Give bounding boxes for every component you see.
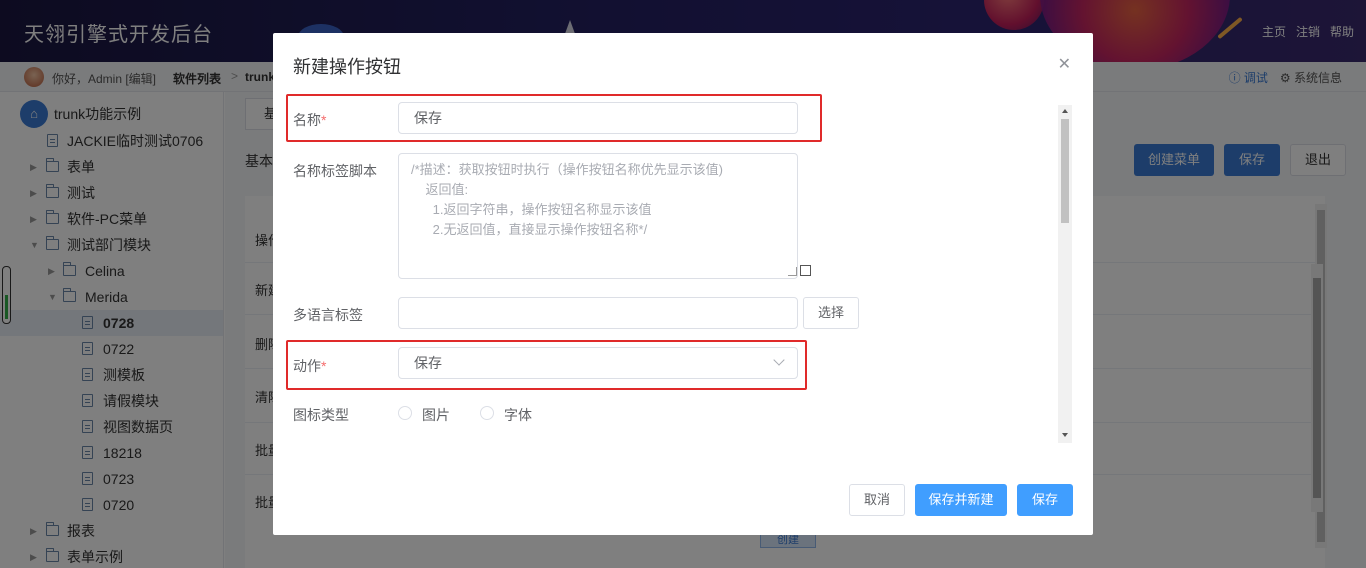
save-button[interactable]: 保存 [1017, 484, 1073, 516]
close-icon[interactable]: ✕ [1058, 54, 1071, 74]
save-and-new-button[interactable]: 保存并新建 [915, 484, 1007, 516]
new-operation-button-dialog: 新建操作按钮 ✕ 名称* 保存 名称标签脚本 /*描述：获取按钮时执行（操作按钮… [273, 33, 1093, 535]
highlight-box-action [286, 340, 807, 390]
script-label: 名称标签脚本 [293, 163, 377, 179]
scroll-down-icon[interactable] [1062, 433, 1068, 437]
i18n-input[interactable] [398, 297, 798, 329]
edit-icon[interactable] [800, 265, 811, 276]
dialog-scrollbar[interactable] [1058, 105, 1072, 443]
i18n-label: 多语言标签 [293, 307, 363, 323]
radio-font-label[interactable]: 字体 [504, 405, 532, 425]
highlight-box-name [286, 94, 822, 142]
icon-type-label: 图标类型 [293, 407, 349, 423]
radio-image[interactable] [398, 406, 412, 420]
select-button[interactable]: 选择 [803, 297, 859, 329]
resize-handle-icon[interactable] [788, 267, 797, 276]
dialog-title: 新建操作按钮 [293, 57, 401, 77]
scroll-up-icon[interactable] [1062, 109, 1068, 113]
radio-font[interactable] [480, 406, 494, 420]
radio-image-label[interactable]: 图片 [422, 405, 450, 425]
script-textarea[interactable]: /*描述：获取按钮时执行（操作按钮名称优先显示该值) 返回值: 1.返回字符串，… [398, 153, 798, 279]
cancel-button[interactable]: 取消 [849, 484, 905, 516]
